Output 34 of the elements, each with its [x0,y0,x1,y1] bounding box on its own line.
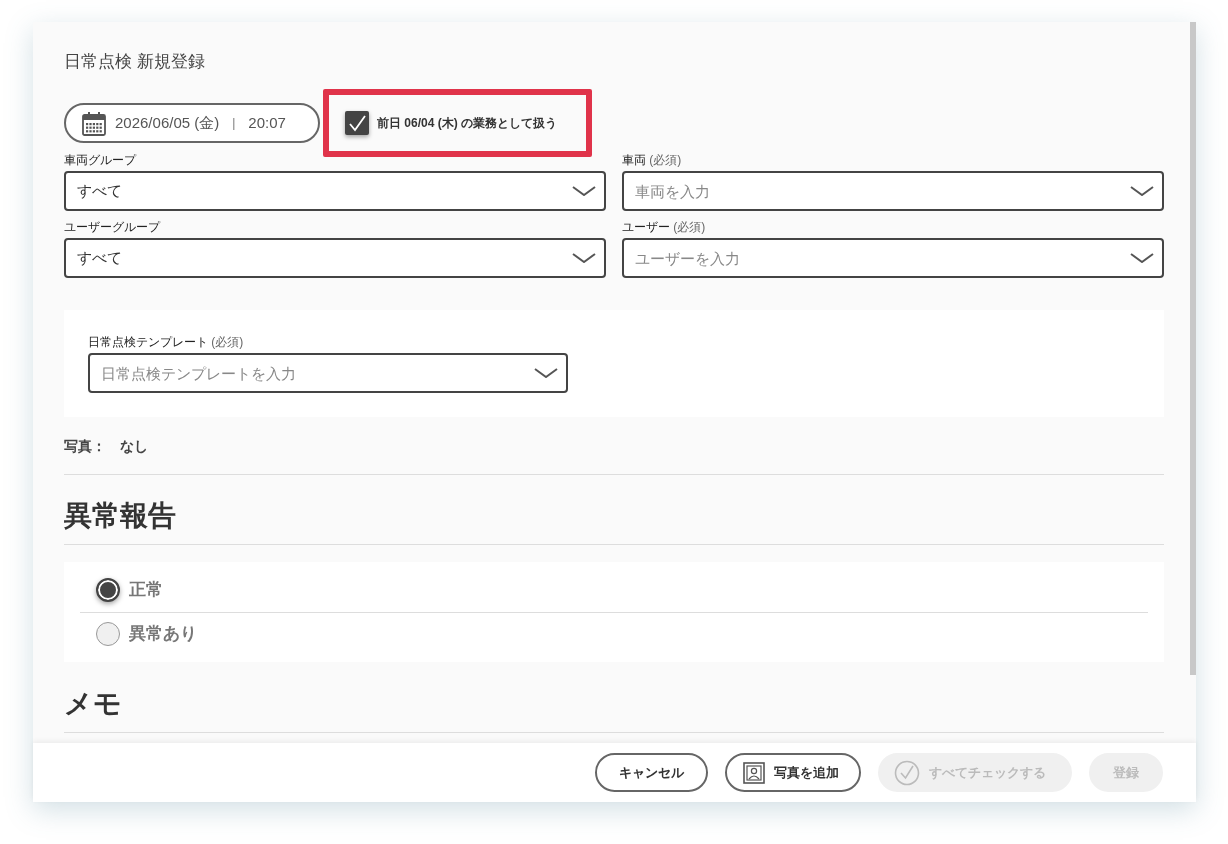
field-label: 日常点検テンプレート (必須) [88,335,245,349]
check-circle-icon [894,759,920,786]
cancel-button[interactable]: キャンセル [595,753,708,792]
dialog-title: 日常点検 新規登録 [64,51,206,73]
chevron-down-icon [572,186,596,196]
chevron-down-icon [534,368,558,378]
chevron-down-icon [1130,186,1154,196]
check-icon [347,114,367,132]
field-label: 車両 (必須) [622,153,683,167]
checkbox[interactable] [345,111,369,135]
field-label: 車両グループ [64,153,138,167]
chevron-down-icon [572,253,596,263]
field-label: ユーザーグループ [64,220,162,234]
photos-value: なし [120,437,148,456]
dropdown-field[interactable]: すべて [64,238,606,278]
scrollbar[interactable] [1190,22,1196,675]
dropdown-field[interactable]: 車両を入力 [622,171,1164,211]
radio-label[interactable]: 正常 [129,577,163,603]
section-heading: メモ [64,662,1164,733]
checkbox-label[interactable]: 前日 06/04 (木) の業務として扱う [377,114,558,132]
photos-label: 写真： [64,437,106,456]
radio-button[interactable] [96,621,120,646]
calendar-icon [82,110,106,136]
section-heading: 異常報告 [64,475,1164,545]
field-label: ユーザー (必須) [622,220,707,234]
dropdown-field[interactable]: ユーザーを入力 [622,238,1164,278]
radio-button[interactable] [96,578,120,602]
add-photo-button[interactable]: 写真を追加 [725,753,861,792]
dropdown-field[interactable]: 日常点検テンプレートを入力 [88,353,568,393]
image-icon [743,761,765,784]
radio-label[interactable]: 異常あり [129,620,197,647]
chevron-down-icon [1130,253,1154,263]
dropdown-field[interactable]: すべて [64,171,606,211]
date-time-picker[interactable]: 2026/06/05 (金) | 20:07 [64,103,320,143]
